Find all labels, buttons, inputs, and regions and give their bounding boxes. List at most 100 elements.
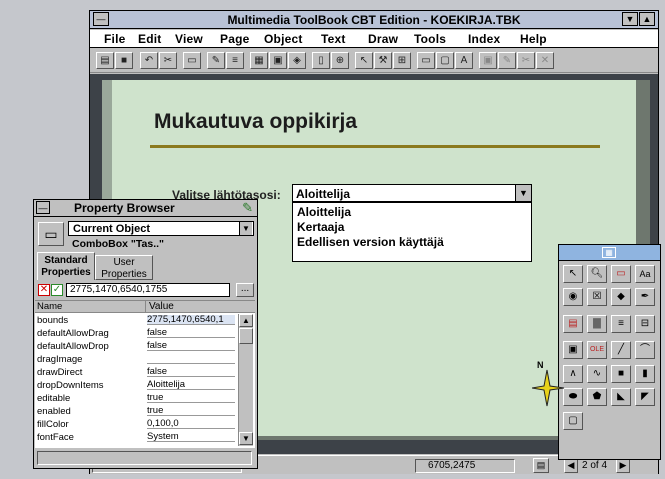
property-name[interactable]: defaultAllowDrag xyxy=(37,328,109,339)
rectangle-icon[interactable]: ▭ xyxy=(183,52,201,69)
property-browser-title-bar[interactable]: — Property Browser ✎ xyxy=(34,200,257,217)
bullet-tool-icon[interactable]: ◆ xyxy=(611,288,631,306)
property-name[interactable]: editable xyxy=(37,393,70,404)
scroll-down-icon[interactable]: ▼ xyxy=(239,432,253,445)
zoom-tool-icon[interactable]: 🔍︎ xyxy=(587,265,607,283)
level-combobox[interactable]: Aloittelija ▼ xyxy=(292,184,532,202)
chevron-down-icon[interactable]: ▼ xyxy=(515,185,531,201)
tools-icon[interactable]: ⚒ xyxy=(374,52,392,69)
option-aloittelija[interactable]: Aloittelija xyxy=(297,205,351,219)
property-value-input[interactable]: 2775,1470,6540,1755 xyxy=(66,283,230,297)
menu-tools[interactable]: Tools xyxy=(414,32,446,46)
property-value[interactable] xyxy=(147,354,235,364)
property-value[interactable]: 2775,1470,6540,1 xyxy=(147,315,235,325)
title-bar[interactable]: — Multimedia ToolBook CBT Edition - KOEK… xyxy=(90,11,658,29)
pin-icon[interactable]: ✎ xyxy=(242,200,253,216)
option-kertaaja[interactable]: Kertaaja xyxy=(297,220,344,234)
page-icon[interactable]: ▯ xyxy=(312,52,330,69)
property-name[interactable]: fontFace xyxy=(37,432,74,443)
disabled-tool-icon-3[interactable]: ✂ xyxy=(517,52,535,69)
menu-file[interactable]: File xyxy=(104,32,125,46)
frame-icon[interactable]: ▢ xyxy=(436,52,454,69)
checkbox-tool-icon[interactable]: ☒ xyxy=(587,288,607,306)
menu-text[interactable]: Text xyxy=(321,32,346,46)
page-icon[interactable]: ▤ xyxy=(533,458,549,473)
property-name[interactable]: defaultAllowDrop xyxy=(37,341,109,352)
combo-tool-icon[interactable]: ▤ xyxy=(563,315,583,333)
pie-tool-icon[interactable]: ◤ xyxy=(635,388,655,406)
table-icon[interactable]: ⊞ xyxy=(393,52,411,69)
undo-icon[interactable]: ↶ xyxy=(140,52,158,69)
list-tool-icon[interactable]: ≡ xyxy=(611,315,631,333)
previous-page-button[interactable]: ◀ xyxy=(564,458,578,473)
menu-index[interactable]: Index xyxy=(468,32,500,46)
arc-tool-icon[interactable]: ⌒ xyxy=(635,341,655,359)
accept-icon[interactable]: ✓ xyxy=(51,284,63,296)
property-value[interactable]: false xyxy=(147,328,235,338)
shape-icon[interactable]: ◈ xyxy=(288,52,306,69)
polygon-tool-icon[interactable]: ⬟ xyxy=(587,388,607,406)
menu-view[interactable]: View xyxy=(175,32,203,46)
grid-icon[interactable]: ▦ xyxy=(250,52,268,69)
property-value[interactable]: true xyxy=(147,393,235,403)
rounded-rect-tool-icon[interactable]: ▮ xyxy=(635,365,655,383)
ellipsis-button[interactable]: ... xyxy=(236,283,254,297)
button-tool-icon[interactable]: ▭ xyxy=(611,265,631,283)
color-icon[interactable]: ▣ xyxy=(269,52,287,69)
property-value[interactable]: 0,100,0 xyxy=(147,419,235,429)
property-scrollbar[interactable]: ▲ ▼ xyxy=(238,314,253,446)
field-tool-icon[interactable]: Aa xyxy=(635,265,655,283)
system-menu-button[interactable]: — xyxy=(36,201,50,214)
curve-tool-icon[interactable]: ∿ xyxy=(587,365,607,383)
table-tool-icon[interactable]: ⊟ xyxy=(635,315,655,333)
tab-standard-properties[interactable]: Standard Properties xyxy=(37,252,95,280)
scroll-up-icon[interactable]: ▲ xyxy=(239,314,253,327)
field-icon[interactable]: ▭ xyxy=(417,52,435,69)
pointer-icon[interactable]: ↖ xyxy=(355,52,373,69)
cut-icon[interactable]: ✂ xyxy=(159,52,177,69)
menu-draw[interactable]: Draw xyxy=(368,32,398,46)
rectangle-tool-icon[interactable]: ■ xyxy=(611,365,631,383)
option-edellisen-version[interactable]: Edellisen version käyttäjä xyxy=(297,235,444,249)
menu-page[interactable]: Page xyxy=(220,32,249,46)
disabled-tool-icon-4[interactable]: ✕ xyxy=(536,52,554,69)
new-page-icon[interactable]: ⊕ xyxy=(331,52,349,69)
property-name[interactable]: enabled xyxy=(37,406,71,417)
scroll-thumb[interactable] xyxy=(239,328,253,344)
menu-object[interactable]: Object xyxy=(264,32,303,46)
ole-tool-icon[interactable]: OLE xyxy=(587,341,607,359)
property-name[interactable]: drawDirect xyxy=(37,367,82,378)
minimize-button[interactable]: ▼ xyxy=(622,12,638,26)
menu-help[interactable]: Help xyxy=(520,32,547,46)
property-value[interactable]: false xyxy=(147,367,235,377)
polyline-tool-icon[interactable]: ◣ xyxy=(611,388,631,406)
radio-tool-icon[interactable]: ◉ xyxy=(563,288,583,306)
next-page-button[interactable]: ▶ xyxy=(616,458,630,473)
chevron-down-icon[interactable]: ▼ xyxy=(239,222,252,235)
property-value[interactable]: System xyxy=(147,432,235,442)
lines-icon[interactable]: ≡ xyxy=(226,52,244,69)
menu-edit[interactable]: Edit xyxy=(138,32,161,46)
property-name[interactable]: fillColor xyxy=(37,419,69,430)
palette-title-bar[interactable]: ▦ xyxy=(559,245,660,261)
property-value[interactable]: false xyxy=(147,341,235,351)
pointer-tool-icon[interactable]: ↖ xyxy=(563,265,583,283)
disabled-tool-icon-2[interactable]: ✎ xyxy=(498,52,516,69)
disabled-tool-icon-1[interactable]: ▣ xyxy=(479,52,497,69)
tab-user-properties[interactable]: User Properties xyxy=(95,255,153,280)
cancel-icon[interactable]: ✕ xyxy=(38,284,50,296)
line-tool-icon[interactable]: ╱ xyxy=(611,341,631,359)
property-name[interactable]: bounds xyxy=(37,315,68,326)
property-value[interactable]: true xyxy=(147,406,235,416)
text-icon[interactable]: A xyxy=(455,52,473,69)
video-tool-icon[interactable]: ▣ xyxy=(563,341,583,359)
open-icon[interactable]: ▤ xyxy=(96,52,114,69)
pen-tool-icon[interactable]: ✒ xyxy=(635,288,655,306)
property-name[interactable]: dropDownItems xyxy=(37,380,104,391)
object-selector[interactable]: Current Object ▼ xyxy=(68,221,254,236)
disabled-tool-icon[interactable]: ▇ xyxy=(587,315,607,333)
save-icon[interactable]: ■ xyxy=(115,52,133,69)
edit-icon[interactable]: ✎ xyxy=(207,52,225,69)
property-name[interactable]: dragImage xyxy=(37,354,82,365)
property-value[interactable]: Aloittelija xyxy=(147,380,235,390)
